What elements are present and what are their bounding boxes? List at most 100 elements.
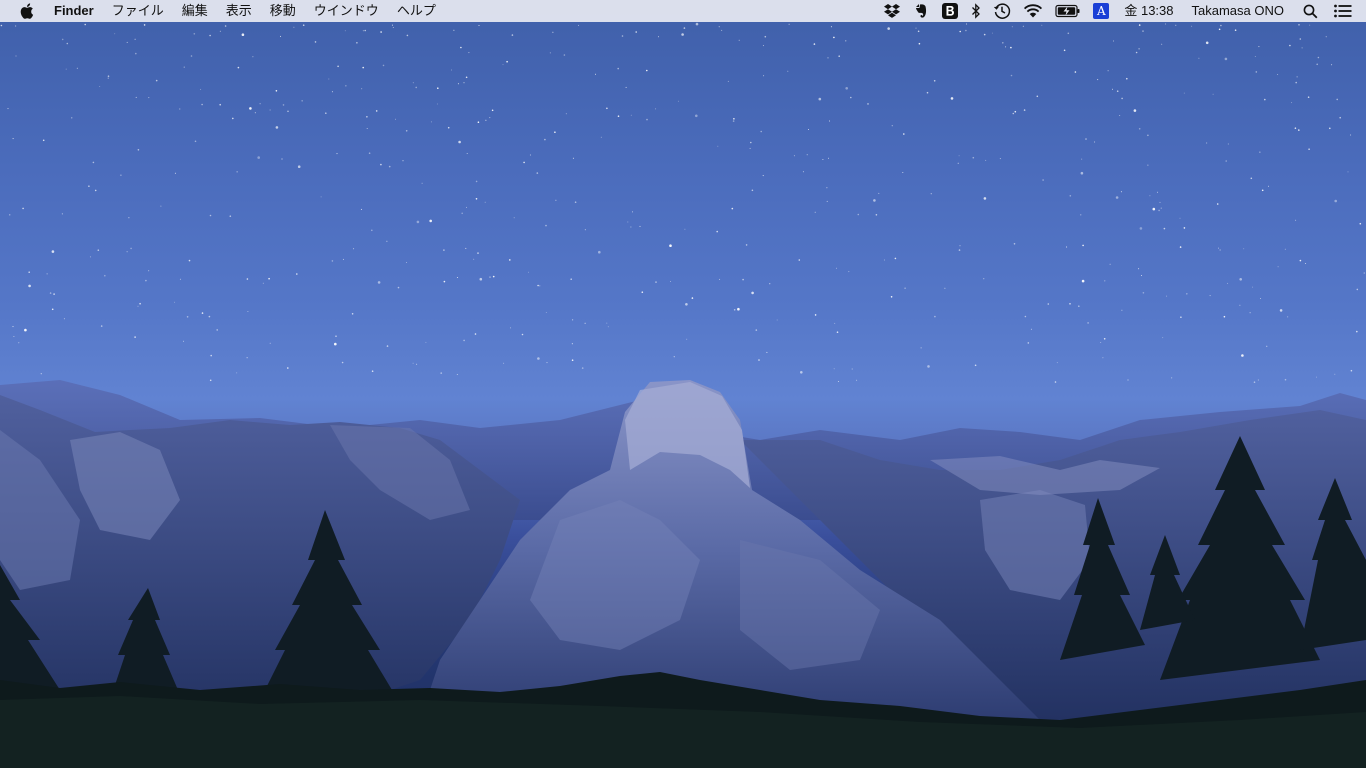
star: [695, 22, 699, 26]
star: [1291, 102, 1293, 104]
star: [621, 35, 624, 37]
star: [683, 27, 686, 29]
star: [813, 43, 816, 45]
menu-view[interactable]: 表示: [217, 0, 261, 22]
menu-window[interactable]: ウインドウ: [305, 0, 388, 22]
star: [443, 280, 446, 283]
star: [625, 86, 627, 88]
star: [1120, 191, 1122, 193]
spotlight-search-icon[interactable]: [1293, 0, 1328, 22]
star: [828, 157, 829, 159]
star: [1082, 244, 1084, 247]
star: [246, 278, 249, 280]
star: [456, 374, 458, 375]
star: [1112, 88, 1113, 90]
star: [120, 174, 122, 176]
fast-user-switch[interactable]: Takamasa ONO: [1183, 0, 1293, 22]
star: [361, 88, 363, 90]
star: [1250, 177, 1253, 180]
notification-center-icon[interactable]: [1328, 0, 1366, 22]
star: [719, 278, 721, 280]
star: [572, 319, 574, 321]
star: [717, 145, 719, 147]
star: [718, 26, 720, 28]
star: [1264, 98, 1266, 101]
star: [814, 314, 817, 316]
star: [1005, 46, 1007, 48]
star: [1135, 51, 1138, 54]
star: [257, 156, 261, 159]
star: [1224, 57, 1228, 61]
menu-edit[interactable]: 編集: [173, 0, 217, 22]
star: [584, 229, 586, 231]
star: [380, 163, 382, 166]
star: [1284, 378, 1287, 381]
star: [598, 250, 601, 254]
star: [421, 182, 423, 184]
input-source-icon[interactable]: A: [1087, 0, 1115, 22]
star: [763, 75, 765, 77]
star: [546, 362, 548, 364]
star: [769, 283, 771, 285]
bluetooth-icon[interactable]: [965, 0, 987, 22]
star: [673, 356, 675, 358]
star: [1308, 148, 1310, 150]
star: [1162, 337, 1164, 339]
star: [762, 45, 764, 47]
star: [630, 114, 632, 116]
star: [1180, 316, 1182, 319]
star: [521, 333, 524, 336]
star: [210, 354, 212, 357]
time-machine-icon[interactable]: [987, 0, 1017, 22]
star: [282, 104, 285, 106]
evernote-icon[interactable]: [907, 0, 935, 22]
star: [397, 286, 400, 289]
menu-help[interactable]: ヘルプ: [388, 0, 445, 22]
star: [830, 26, 832, 28]
star: [229, 215, 232, 217]
apple-menu-icon[interactable]: [18, 0, 36, 22]
star: [440, 372, 443, 374]
star: [104, 274, 106, 277]
star: [646, 69, 648, 72]
star: [208, 315, 211, 318]
menu-file[interactable]: ファイル: [103, 0, 173, 22]
star: [1212, 93, 1214, 95]
b-app-icon[interactable]: [935, 0, 965, 22]
dropbox-icon[interactable]: [877, 0, 907, 22]
star: [751, 189, 754, 192]
star: [489, 117, 491, 119]
star: [1309, 24, 1311, 26]
star: [1253, 381, 1256, 384]
star: [71, 117, 73, 119]
battery-charging-icon[interactable]: [1049, 0, 1087, 22]
star: [13, 336, 15, 337]
star: [475, 180, 478, 183]
star: [18, 342, 20, 344]
star: [733, 118, 735, 120]
star: [485, 119, 487, 121]
star: [416, 363, 418, 365]
wifi-icon[interactable]: [1017, 0, 1049, 22]
star: [1298, 24, 1300, 26]
star: [209, 34, 211, 37]
star: [681, 33, 684, 36]
star: [1116, 90, 1119, 92]
star: [822, 159, 824, 160]
menu-bar-clock[interactable]: 金 13:38: [1115, 0, 1182, 22]
desktop[interactable]: Finder ファイル 編集 表示 移動 ウインドウ ヘルプ A 金 13:38…: [0, 0, 1366, 768]
star: [1175, 24, 1177, 26]
star: [658, 36, 659, 38]
star: [959, 245, 961, 247]
star: [549, 52, 551, 54]
star: [155, 79, 158, 82]
finder-menu[interactable]: Finder: [54, 0, 103, 22]
star: [126, 251, 128, 253]
star: [1160, 207, 1162, 209]
star: [506, 60, 508, 63]
star: [1139, 227, 1143, 230]
star: [873, 199, 876, 202]
menu-go[interactable]: 移動: [261, 0, 305, 22]
star: [758, 359, 760, 361]
star: [237, 66, 240, 69]
